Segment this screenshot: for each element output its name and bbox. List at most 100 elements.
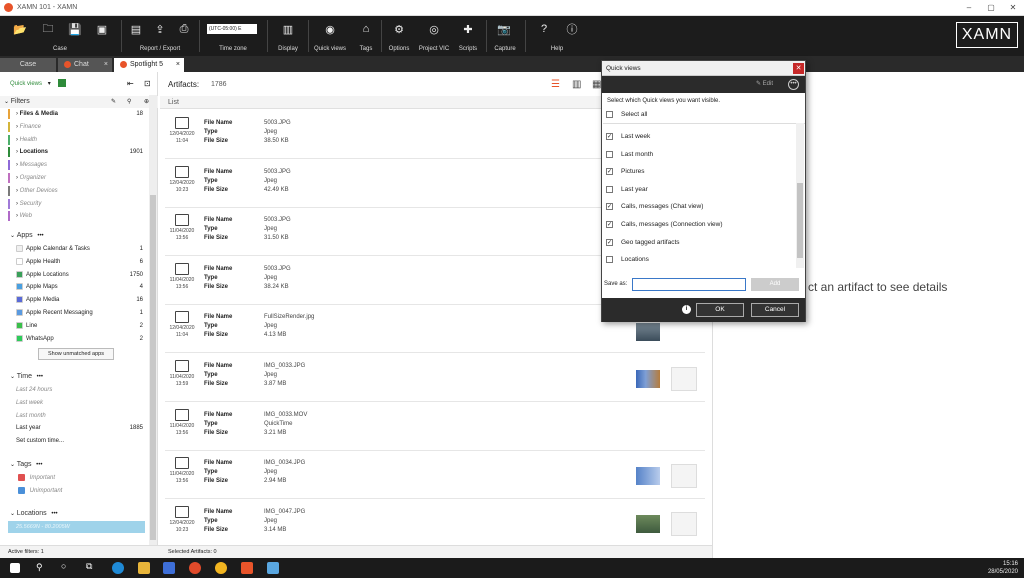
add-button[interactable]: Add xyxy=(751,278,799,291)
locations-header[interactable]: ⌄ Locations ••• xyxy=(0,508,158,520)
open-folder-icon[interactable]: 📂 xyxy=(10,21,30,37)
artifact-row[interactable]: 11/04/2020 13:56 File Name IMG_0034.JPG Type… xyxy=(165,451,705,500)
xamn-taskbar-icon[interactable] xyxy=(241,562,253,574)
location-filter-item[interactable]: 25.5669N - 80.2005W xyxy=(8,521,145,533)
apps-header[interactable]: ⌄ Apps ••• xyxy=(0,230,158,242)
tab-chat[interactable]: Chat × xyxy=(58,58,112,72)
filter-icon[interactable]: ⚲ xyxy=(127,96,131,108)
filter-category-2[interactable]: › Health xyxy=(0,134,158,146)
quick-views-scrollbar[interactable] xyxy=(796,123,804,268)
quick-view-checkbox[interactable]: ✓ xyxy=(606,168,613,176)
tag-item-important[interactable]: Important xyxy=(0,472,158,484)
filters-scrollbar[interactable] xyxy=(149,95,157,545)
column-view-icon[interactable]: ▥ xyxy=(572,79,581,90)
ribbon-group-help[interactable]: ? ⓘ Help xyxy=(528,16,586,56)
close-window-icon[interactable]: ✕ xyxy=(1002,3,1024,12)
app-taskbar-icon[interactable] xyxy=(267,562,279,574)
filter-category-8[interactable]: › Web xyxy=(0,210,158,222)
more-icon[interactable]: ••• xyxy=(37,374,43,380)
save-as-input[interactable] xyxy=(632,278,746,291)
thumbnail-image[interactable] xyxy=(636,515,660,533)
time-filter-3[interactable]: Last year 1885 xyxy=(0,422,158,434)
chrome-icon[interactable] xyxy=(215,562,227,574)
filter-category-4[interactable]: › Messages xyxy=(0,159,158,171)
print-icon[interactable]: ⎙ xyxy=(174,21,194,37)
quick-views-dropdown[interactable]: Quick views ▾ xyxy=(0,78,158,90)
artifact-row[interactable]: 12/04/2020 10:23 File Name IMG_0047.JPG Type… xyxy=(165,500,705,548)
app-item-1[interactable]: Apple Health 6 xyxy=(0,256,158,268)
collapse-panel-icon[interactable]: ⇤ xyxy=(127,79,134,88)
artifact-row[interactable]: 11/04/2020 13:56 File Name IMG_0033.MOV Type… xyxy=(165,403,705,451)
quick-view-checkbox[interactable]: ✓ xyxy=(606,203,613,211)
more-icon[interactable]: ••• xyxy=(51,511,57,517)
app-item-2[interactable]: Apple Locations 1750 xyxy=(0,269,158,281)
ribbon-group-scripts[interactable]: ✚ Scripts xyxy=(454,16,482,56)
app-item-0[interactable]: Apple Calendar & Tasks 1 xyxy=(0,243,158,255)
select-all-checkbox[interactable] xyxy=(606,111,613,118)
filter-category-7[interactable]: › Security xyxy=(0,198,158,210)
pin-icon[interactable]: ✎ xyxy=(111,96,116,108)
filter-category-1[interactable]: › Finance xyxy=(0,121,158,133)
ribbon-group-quick-views[interactable]: ◉ Quick views xyxy=(310,16,350,56)
time-filter-0[interactable]: Last 24 hours xyxy=(0,384,158,396)
tags-header[interactable]: ⌄ Tags ••• xyxy=(0,459,158,471)
show-unmatched-apps-button[interactable]: Show unmatched apps xyxy=(38,348,114,360)
cortana-icon[interactable]: ○ xyxy=(61,561,66,571)
edit-button[interactable]: ✎ Edit xyxy=(756,80,773,87)
info-icon[interactable]: i xyxy=(682,305,691,314)
new-case-icon[interactable]: 🗀 xyxy=(38,21,58,37)
app-item-6[interactable]: Line 2 xyxy=(0,320,158,332)
thumbnail-image[interactable] xyxy=(636,323,660,341)
quick-view-checkbox[interactable] xyxy=(606,150,613,158)
powerpoint-icon[interactable] xyxy=(189,562,201,574)
windows-start-icon[interactable] xyxy=(10,563,20,573)
ok-button[interactable]: OK xyxy=(696,303,744,317)
ribbon-group-options[interactable]: ⚙ Options xyxy=(384,16,414,56)
tag-item-unimportant[interactable]: Unimportant xyxy=(0,485,158,497)
quick-view-settings-icon[interactable] xyxy=(58,79,67,88)
time-filter-1[interactable]: Last week xyxy=(0,397,158,409)
quick-view-checkbox[interactable]: ✓ xyxy=(606,221,613,228)
file-explorer-icon[interactable] xyxy=(138,562,150,574)
app-item-5[interactable]: Apple Recent Messaging 1 xyxy=(0,307,158,319)
filter-category-5[interactable]: › Organizer xyxy=(0,172,158,184)
app-item-7[interactable]: WhatsApp 2 xyxy=(0,333,158,345)
save-case-icon[interactable]: 💾 xyxy=(65,21,85,37)
ribbon-group-capture[interactable]: 📷 Capture xyxy=(488,16,522,56)
thumbnail-image[interactable] xyxy=(636,370,660,388)
more-icon[interactable]: ••• xyxy=(36,462,42,468)
quick-view-checkbox[interactable]: ✓ xyxy=(606,238,613,246)
more-options-icon[interactable]: ••• xyxy=(788,79,799,90)
close-tab-icon[interactable]: × xyxy=(176,58,180,72)
layout-icon[interactable]: ▣ xyxy=(92,21,112,37)
filter-category-6[interactable]: › Other Devices xyxy=(0,185,158,197)
artifact-row[interactable]: 11/04/2020 13:59 File Name IMG_0033.JPG Type… xyxy=(165,354,705,402)
app-item-3[interactable]: Apple Maps 4 xyxy=(0,281,158,293)
list-view-icon[interactable]: ☰ xyxy=(551,79,560,90)
edge-icon[interactable] xyxy=(112,562,124,574)
filter-category-0[interactable]: › Files & Media 18 xyxy=(0,108,158,120)
store-icon[interactable] xyxy=(163,562,175,574)
task-view-icon[interactable]: ⧉ xyxy=(86,561,92,572)
export-icon[interactable]: ⇪ xyxy=(150,21,170,37)
time-filter-2[interactable]: Last month xyxy=(0,410,158,422)
report-icon[interactable]: ▤ xyxy=(126,21,146,37)
minimize-icon[interactable]: – xyxy=(958,3,980,12)
tab-case[interactable]: Case xyxy=(0,58,56,72)
ribbon-group-project-vic[interactable]: ◎ Project VIC xyxy=(416,16,452,56)
time-header[interactable]: ⌄ Time ••• xyxy=(0,371,158,383)
chevron-down-icon[interactable]: ⌄ xyxy=(4,99,9,105)
ribbon-group-display[interactable]: ▥ Display xyxy=(270,16,306,56)
quick-view-checkbox[interactable] xyxy=(606,256,613,264)
filter-category-3[interactable]: › Locations 1901 xyxy=(0,146,158,158)
search-icon[interactable]: ⚲ xyxy=(36,562,43,573)
app-item-4[interactable]: Apple Media 16 xyxy=(0,294,158,306)
quick-view-checkbox[interactable]: ✓ xyxy=(606,133,613,140)
thumbnail-image[interactable] xyxy=(636,467,660,485)
maximize-icon[interactable]: ▢ xyxy=(980,3,1002,12)
timezone-select[interactable]: (UTC-05:00) E xyxy=(207,24,257,34)
time-filter-4[interactable]: Set custom time... xyxy=(0,435,158,447)
cancel-button[interactable]: Cancel xyxy=(751,303,799,317)
tab-spotlight-5[interactable]: Spotlight 5 × xyxy=(114,58,184,72)
more-icon[interactable]: ••• xyxy=(37,233,43,239)
